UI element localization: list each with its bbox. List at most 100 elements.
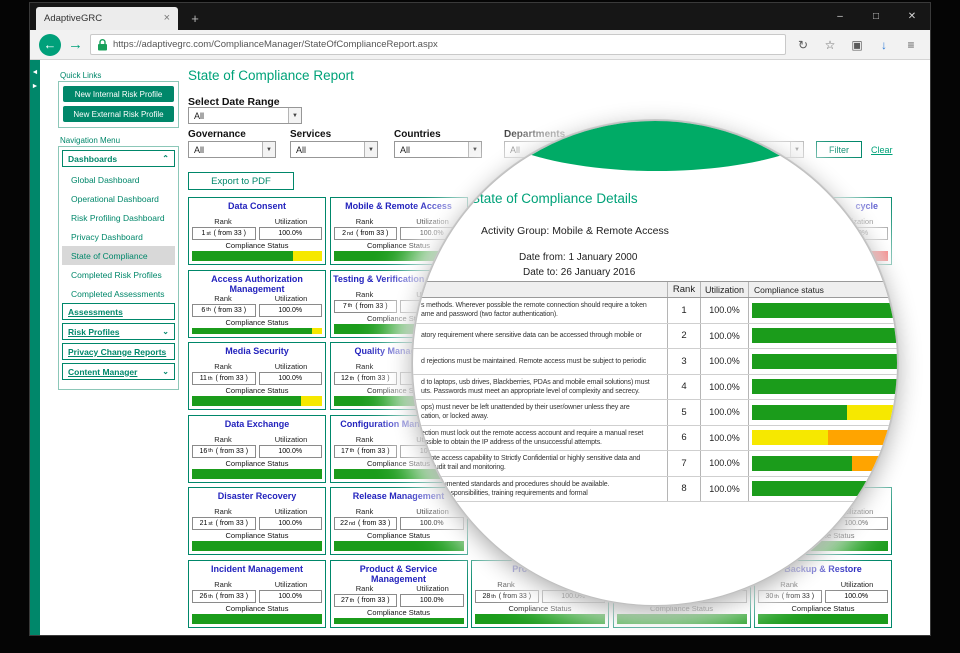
collapse-left-icon[interactable]: ◄	[31, 68, 39, 78]
forward-button[interactable]: →	[68, 36, 83, 53]
rank-value: 2nd ( from 33 )	[334, 227, 398, 240]
bar-segment-red	[852, 251, 888, 261]
card-title: Product & Service Management	[331, 561, 467, 584]
bar-segment-green	[475, 614, 605, 624]
clear-link[interactable]: Clear	[871, 145, 893, 155]
rank-ordinal: th	[348, 303, 353, 309]
new-tab-button[interactable]: +	[184, 10, 206, 28]
export-to-pdf-button[interactable]: Export to PDF	[188, 172, 294, 190]
compliance-card[interactable]: RankUtilizationCompliance Status	[613, 560, 751, 628]
compliance-card[interactable]: RankUtilization100.0%Compliance Status	[754, 487, 892, 555]
rank-number: 27	[341, 597, 349, 604]
rank-number: 16	[199, 448, 207, 455]
sidebar-section-dashboards[interactable]: Dashboards ⌃	[62, 150, 175, 167]
sidebar-section-privacy-change-reports[interactable]: Privacy Change Reports	[62, 343, 175, 360]
utilization-header: Utilization	[823, 217, 891, 226]
reload-icon[interactable]: ↻	[793, 38, 813, 52]
sidebar-section-assessments[interactable]: Assessments	[62, 303, 175, 320]
sidebar-section-content-manager[interactable]: Content Manager⌄	[62, 363, 175, 380]
bar-segment-green	[192, 396, 301, 406]
sidebar-section-risk-profiles[interactable]: Risk Profiles⌄	[62, 323, 175, 340]
compliance-card-media-security[interactable]: Media SecurityRankUtilization11th ( from…	[188, 342, 326, 410]
compliance-card-quality-management[interactable]: Quality ManagementRankUtilization12th ( …	[330, 342, 468, 410]
page-content: ◄ ► Quick Links New Internal Risk Profil…	[30, 60, 930, 635]
collapse-right-icon[interactable]: ►	[31, 82, 39, 92]
filter-select-departments[interactable]: All▼	[504, 141, 592, 158]
star-icon[interactable]: ☆	[820, 38, 840, 52]
card-title: Incident Management	[189, 561, 325, 580]
bookmarks-icon[interactable]: ▣	[847, 38, 867, 52]
back-button[interactable]: ←	[39, 34, 61, 56]
card-values	[614, 589, 750, 603]
menu-icon[interactable]: ≡	[901, 38, 921, 52]
card-values: 100.0%	[755, 226, 891, 240]
rank-from: ( from 33 )	[355, 375, 389, 382]
card-title	[614, 561, 750, 580]
card-headers: RankUtilization	[189, 217, 325, 226]
url-text: https://adaptivegrc.com/ComplianceManage…	[113, 39, 438, 50]
compliance-card-access-authorization-management[interactable]: Access Authorization ManagementRankUtili…	[188, 270, 326, 338]
browser-tab[interactable]: AdaptiveGRC ×	[36, 7, 178, 30]
sidebar-collapse-strip[interactable]: ◄ ►	[30, 60, 40, 635]
sidebar-item-privacy-dashboard[interactable]: Privacy Dashboard	[62, 227, 175, 246]
sidebar-item-state-of-compliance[interactable]: State of Compliance	[62, 246, 175, 265]
compliance-status-label: Compliance Status	[189, 459, 325, 468]
compliance-card-data-consent[interactable]: Data ConsentRankUtilization1st ( from 33…	[188, 197, 326, 265]
card-title: Quality Management	[331, 343, 467, 362]
sidebar-item-completed-risk-profiles[interactable]: Completed Risk Profiles	[62, 265, 175, 284]
compliance-card-release-management[interactable]: Release ManagementRankUtilization22nd ( …	[330, 487, 468, 555]
close-button[interactable]: ✕	[894, 3, 930, 30]
card-headers: RankUtilization	[331, 290, 467, 299]
sidebar-sections: Assessments Risk Profiles⌄ Privacy Change …	[62, 303, 175, 380]
compliance-card-data-exchange[interactable]: Data ExchangeRankUtilization16th ( from …	[188, 415, 326, 483]
compliance-card-backup-restore[interactable]: Backup & RestoreRankUtilization30th ( fr…	[754, 560, 892, 628]
new-internal-risk-profile-button[interactable]: New Internal Risk Profile	[63, 86, 174, 102]
rank-value: 22nd ( from 33 )	[334, 517, 398, 530]
date-range-select[interactable]: All ▼	[188, 107, 302, 124]
compliance-card-product-service-management[interactable]: Product & Service ManagementRankUtilizat…	[330, 560, 468, 628]
compliance-status-label: Compliance Status	[331, 314, 467, 323]
compliance-card-testing-verification-controls[interactable]: Testing & Verification ControlsRankUtili…	[330, 270, 468, 338]
compliance-card-disaster-recovery[interactable]: Disaster RecoveryRankUtilization21st ( f…	[188, 487, 326, 555]
card-title: Data Consent	[189, 198, 325, 217]
compliance-status-label: Compliance Status	[189, 318, 325, 327]
card-headers: RankUtilization	[472, 580, 608, 589]
new-external-risk-profile-button[interactable]: New External Risk Profile	[63, 106, 174, 122]
utilization-header: Utilization	[257, 362, 325, 371]
card-headers: RankUtilization	[189, 435, 325, 444]
compliance-status-bar	[334, 541, 464, 551]
filter-select-value: All	[194, 145, 204, 155]
compliance-card-incident-management[interactable]: Incident ManagementRankUtilization26th (…	[188, 560, 326, 628]
card-values: 2nd ( from 33 )100.0%	[331, 226, 467, 240]
compliance-card-procurement[interactable]: ProcurementRankUtilization28th ( from 33…	[471, 560, 609, 628]
sidebar-item-completed-assessments[interactable]: Completed Assessments	[62, 284, 175, 303]
sidebar-item-risk-profiling-dashboard[interactable]: Risk Profiling Dashboard	[62, 208, 175, 227]
rank-value: 28th ( from 33 )	[475, 590, 539, 603]
compliance-card-mobile-remote-access[interactable]: Mobile & Remote AccessRankUtilization2nd…	[330, 197, 468, 265]
card-title: Media Security	[189, 343, 325, 362]
maximize-button[interactable]: □	[858, 3, 894, 30]
utilization-header: Utilization	[399, 584, 467, 593]
bar-segment-yellow	[301, 396, 322, 406]
sidebar-item-operational-dashboard[interactable]: Operational Dashboard	[62, 189, 175, 208]
filter-select-hidden-4[interactable]: All▼	[618, 141, 706, 158]
lock-icon	[98, 39, 107, 51]
utilization-header: Utilization	[399, 290, 467, 299]
utilization-header: Utilization	[257, 294, 325, 303]
url-bar[interactable]: https://adaptivegrc.com/ComplianceManage…	[90, 34, 786, 55]
compliance-card-cycle[interactable]: cycleRankUtilization100.0%Compliance Sta…	[754, 197, 892, 265]
download-icon[interactable]: ↓	[874, 38, 894, 52]
minimize-button[interactable]: –	[822, 3, 858, 30]
filter-select-hidden-5[interactable]: All▼	[730, 141, 804, 158]
tab-close-icon[interactable]: ×	[164, 13, 170, 24]
filter-select-countries[interactable]: All▼	[394, 141, 482, 158]
sidebar-item-global-dashboard[interactable]: Global Dashboard	[62, 170, 175, 189]
filter-select-governance[interactable]: All▼	[188, 141, 276, 158]
filter-button[interactable]: Filter	[816, 141, 862, 158]
filter-select-services[interactable]: All▼	[290, 141, 378, 158]
compliance-card-configuration-management[interactable]: Configuration ManagementRankUtilization1…	[330, 415, 468, 483]
bar-segment-green	[617, 614, 747, 624]
card-title: Testing & Verification Controls	[331, 271, 467, 290]
compliance-status-label: Compliance Status	[755, 604, 891, 613]
compliance-status-bar	[334, 324, 464, 334]
